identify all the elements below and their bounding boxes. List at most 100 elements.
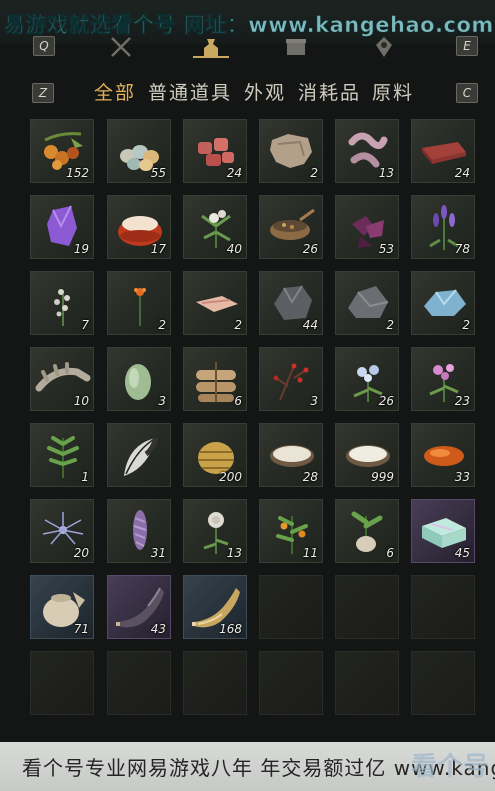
inventory-slot[interactable]: 2	[259, 119, 323, 183]
item-count: 999	[371, 470, 394, 484]
item-count: 200	[219, 470, 242, 484]
inventory-slot[interactable]: 53	[335, 195, 399, 259]
empty-slot[interactable]	[30, 651, 94, 715]
empty-slot[interactable]	[259, 575, 323, 639]
item-count: 6	[234, 394, 242, 408]
tab-bar: Q E	[0, 28, 495, 64]
inventory-slot[interactable]: 44	[259, 271, 323, 335]
inventory-slot[interactable]: 45	[411, 499, 475, 563]
inventory-slot[interactable]: 168	[183, 575, 247, 639]
item-count: 1	[81, 470, 89, 484]
empty-slot[interactable]	[183, 651, 247, 715]
item-count: 2	[462, 318, 470, 332]
inventory-slot[interactable]: 33	[411, 423, 475, 487]
inventory-slot[interactable]: 6	[335, 499, 399, 563]
item-count: 78	[454, 242, 470, 256]
key-e-hint[interactable]: E	[456, 36, 478, 56]
inventory-slot[interactable]: 23	[411, 347, 475, 411]
item-count: 23	[454, 394, 470, 408]
key-c-hint[interactable]: C	[456, 83, 478, 103]
item-count: 40	[226, 242, 242, 256]
item-count: 2	[158, 318, 166, 332]
gem-icon[interactable]	[371, 34, 397, 60]
watermark-logo: 看个号	[410, 752, 489, 782]
inventory-slot[interactable]: 71	[30, 575, 94, 639]
item-count: 2	[386, 318, 394, 332]
inventory-slot[interactable]: 2	[335, 271, 399, 335]
inventory-slot[interactable]: 152	[30, 119, 94, 183]
category-materials[interactable]: 原料	[372, 78, 414, 105]
item-count: 33	[454, 470, 470, 484]
feather-icon	[124, 437, 159, 476]
inventory-slot[interactable]: 6	[183, 347, 247, 411]
item-count: 20	[73, 546, 89, 560]
category-all[interactable]: 全部	[94, 78, 136, 105]
inventory-slot[interactable]: 3	[259, 347, 323, 411]
item-count: 3	[158, 394, 166, 408]
inventory-slot[interactable]: 999	[335, 423, 399, 487]
item-count: 2	[310, 166, 318, 180]
inventory-slot[interactable]: 10	[30, 347, 94, 411]
item-count: 24	[454, 166, 470, 180]
inventory-slot[interactable]: 7	[30, 271, 94, 335]
inventory-slot[interactable]: 3	[107, 347, 171, 411]
inventory-slot[interactable]: 40	[183, 195, 247, 259]
item-count: 10	[73, 394, 89, 408]
item-count: 13	[226, 546, 242, 560]
item-count: 3	[310, 394, 318, 408]
inventory-slot[interactable]: 26	[335, 347, 399, 411]
item-count: 2	[234, 318, 242, 332]
inventory-slot[interactable]: 2	[107, 271, 171, 335]
inventory-slot[interactable]: 2	[411, 271, 475, 335]
item-count: 26	[302, 242, 318, 256]
inventory-slot[interactable]: 55	[107, 119, 171, 183]
key-z-hint[interactable]: Z	[32, 83, 54, 103]
category-common-items[interactable]: 普通道具	[148, 78, 232, 105]
item-count: 26	[378, 394, 394, 408]
category-bar: Z 全部 普通道具 外观 消耗品 原料 C	[0, 72, 495, 108]
item-count: 13	[378, 166, 394, 180]
empty-slot[interactable]	[259, 651, 323, 715]
inventory-slot[interactable]: 24	[411, 119, 475, 183]
inventory-slot[interactable]: 13	[183, 499, 247, 563]
crossed-swords-icon[interactable]	[108, 34, 134, 60]
item-count: 55	[150, 166, 166, 180]
inventory-slot[interactable]: 31	[107, 499, 171, 563]
item-count: 71	[73, 622, 89, 636]
inventory-slot[interactable]: 200	[183, 423, 247, 487]
item-count: 11	[302, 546, 318, 560]
empty-slot[interactable]	[107, 651, 171, 715]
inventory-slot[interactable]: 1	[30, 423, 94, 487]
inventory-slot[interactable]: 17	[107, 195, 171, 259]
item-count: 44	[302, 318, 318, 332]
inventory-slot[interactable]: 78	[411, 195, 475, 259]
empty-slot[interactable]	[411, 575, 475, 639]
inventory-slot[interactable]: 24	[183, 119, 247, 183]
inventory-slot[interactable]: 26	[259, 195, 323, 259]
inventory-slot[interactable]: 2	[183, 271, 247, 335]
inventory-slot[interactable]	[107, 423, 171, 487]
item-count: 17	[150, 242, 166, 256]
watermark-bottom: 看个号专业网易游戏八年 年交易额过亿 www.kangehao.com 看个号	[0, 742, 495, 791]
item-count: 28	[302, 470, 318, 484]
empty-slot[interactable]	[411, 651, 475, 715]
item-count: 19	[73, 242, 89, 256]
item-count: 168	[219, 622, 242, 636]
empty-slot[interactable]	[335, 651, 399, 715]
inventory-slot[interactable]: 11	[259, 499, 323, 563]
inventory-slot[interactable]: 20	[30, 499, 94, 563]
empty-slot[interactable]	[335, 575, 399, 639]
key-q-hint[interactable]: Q	[33, 36, 55, 56]
active-tab-indicator	[193, 56, 229, 58]
item-count: 43	[150, 622, 166, 636]
category-appearance[interactable]: 外观	[244, 78, 286, 105]
inventory-slot[interactable]: 28	[259, 423, 323, 487]
category-consumables[interactable]: 消耗品	[298, 78, 361, 105]
item-count: 45	[454, 546, 470, 560]
item-count: 24	[226, 166, 242, 180]
inventory-slot[interactable]: 13	[335, 119, 399, 183]
item-count: 6	[386, 546, 394, 560]
box-icon[interactable]	[283, 34, 309, 60]
inventory-slot[interactable]: 19	[30, 195, 94, 259]
inventory-slot[interactable]: 43	[107, 575, 171, 639]
